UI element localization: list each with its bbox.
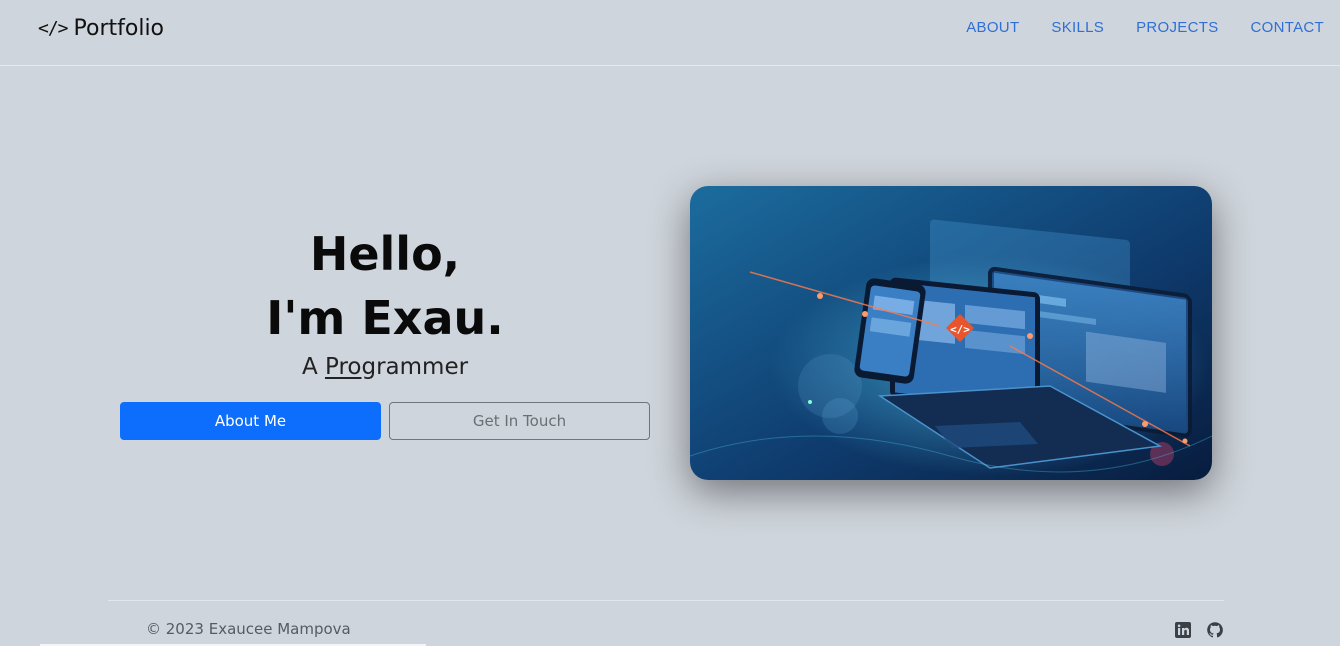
hero-text: Hello, I'm Exau. A Programmer	[120, 222, 650, 382]
nav-links: ABOUT SKILLS PROJECTS CONTACT	[966, 19, 1324, 36]
nav-link-projects[interactable]: PROJECTS	[1136, 19, 1218, 36]
role-rest: grammer	[361, 354, 469, 380]
hero-greeting: Hello,	[309, 227, 461, 281]
code-laptop-illustration: </>	[690, 186, 1212, 480]
hero-buttons: About Me Get In Touch	[120, 402, 650, 440]
github-icon[interactable]	[1206, 621, 1224, 639]
linkedin-icon[interactable]	[1174, 621, 1192, 639]
brand-link[interactable]: </> Portfolio	[38, 16, 164, 41]
about-me-button[interactable]: About Me	[120, 402, 381, 440]
nav-link-skills[interactable]: SKILLS	[1051, 19, 1104, 36]
copyright-text: © 2023 Exaucee Mampova	[146, 620, 351, 638]
navbar: </> Portfolio ABOUT SKILLS PROJECTS CONT…	[0, 0, 1340, 66]
hero-name: I'm Exau.	[266, 291, 504, 345]
hero-illustration: </>	[690, 186, 1212, 480]
social-links	[1174, 621, 1224, 639]
nav-link-contact[interactable]: CONTACT	[1251, 19, 1324, 36]
nav-link-about[interactable]: ABOUT	[966, 19, 1019, 36]
role-typed-text: Pro	[324, 354, 362, 380]
role-prefix: A	[301, 354, 325, 380]
get-in-touch-button[interactable]: Get In Touch	[389, 402, 650, 440]
hero-role: A Programmer	[120, 352, 650, 382]
code-icon: </>	[38, 18, 68, 39]
brand-label: Portfolio	[73, 16, 165, 41]
badge-code-icon: </>	[950, 323, 970, 336]
footer-divider	[108, 600, 1224, 601]
